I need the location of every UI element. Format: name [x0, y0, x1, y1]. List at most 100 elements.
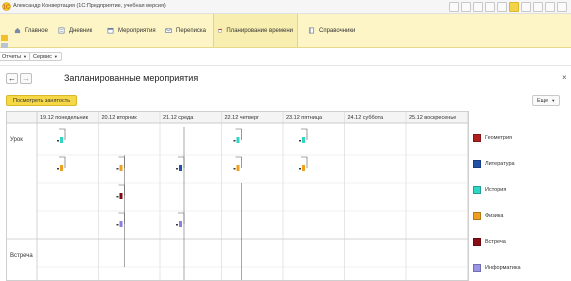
planner-item[interactable]: [299, 156, 308, 171]
event-marker[interactable]: [179, 165, 182, 171]
legend-swatch: [473, 186, 481, 194]
scroll-up-icon[interactable]: ▲: [467, 114, 468, 119]
arrow-right-icon: →: [22, 74, 30, 83]
calendar-icon: [218, 28, 223, 33]
planner-item[interactable]: [299, 128, 308, 143]
event-marker[interactable]: [119, 221, 123, 227]
legend-panel: Геометрия Литература История Физика Встреча И…: [470, 111, 571, 281]
planner-grid[interactable]: 19.12 понедельник 20.12 вторник 21.12 сред…: [6, 111, 469, 281]
minimize-button[interactable]: [533, 2, 543, 12]
menu-icon[interactable]: [521, 2, 531, 12]
planner-item[interactable]: [116, 212, 125, 227]
day-header[interactable]: 19.12 понедельник: [37, 113, 99, 123]
event-handle[interactable]: [57, 168, 59, 170]
events-icon: [107, 27, 114, 34]
day-header[interactable]: 21.12 среда: [160, 113, 222, 123]
event-handle[interactable]: [116, 168, 119, 170]
book-icon: [308, 27, 315, 34]
planner-grid-lines: [7, 112, 468, 280]
day-header[interactable]: 20.12 вторник: [99, 113, 161, 123]
section-catalogs[interactable]: Справочники: [304, 14, 359, 47]
more-label: Еще: [537, 97, 549, 104]
back-button[interactable]: ←: [6, 73, 18, 84]
day-header[interactable]: 24.12 суббота: [345, 113, 407, 123]
event-handle[interactable]: [233, 168, 236, 170]
section-label: Переписка: [176, 27, 207, 34]
event-handle[interactable]: [233, 140, 236, 142]
event-marker[interactable]: [302, 137, 305, 143]
section-time-planning[interactable]: Планирование времени: [213, 14, 298, 47]
section-label: Мероприятия: [118, 27, 156, 34]
legend-swatch: [473, 160, 481, 168]
close-icon[interactable]: ×: [562, 73, 567, 82]
diary-icon: [58, 27, 65, 34]
event-marker[interactable]: [119, 165, 123, 171]
event-handle[interactable]: [176, 168, 178, 170]
legend-item: Геометрия: [473, 133, 512, 143]
service-menu[interactable]: Сервис ▼: [29, 52, 62, 61]
legend-swatch: [473, 134, 481, 142]
row-header-lesson: Урок: [10, 137, 23, 143]
event-marker[interactable]: [60, 165, 63, 171]
action-bar: Отчеты ▼ Сервис ▼: [0, 48, 571, 66]
close-window-button[interactable]: [557, 2, 567, 12]
day-header[interactable]: 25.12 воскресенье: [406, 113, 468, 123]
window-controls: [449, 2, 567, 12]
planner-item[interactable]: [116, 184, 125, 199]
planner-item[interactable]: [116, 156, 125, 171]
planner-item[interactable]: [176, 212, 185, 227]
event-marker[interactable]: [179, 221, 182, 227]
event-marker[interactable]: [236, 137, 240, 143]
planner-item[interactable]: [233, 156, 242, 171]
save-icon[interactable]: [449, 2, 459, 12]
event-handle[interactable]: [176, 224, 178, 226]
notification-icon[interactable]: [497, 2, 507, 12]
service-label: Сервис: [33, 53, 52, 60]
star-icon[interactable]: [485, 2, 495, 12]
show-busy-button[interactable]: Посмотреть занятость: [6, 95, 78, 106]
day-header[interactable]: 22.12 четверг: [222, 113, 284, 123]
day-header[interactable]: 23.12 пятница: [283, 113, 345, 123]
legend-item: Физика: [473, 211, 503, 221]
history-icon[interactable]: [473, 2, 483, 12]
legend-label: Литература: [485, 161, 515, 167]
section-label: Планирование времени: [226, 27, 293, 34]
event-handle[interactable]: [299, 140, 301, 142]
section-events[interactable]: Мероприятия: [103, 14, 160, 47]
legend-label: Геометрия: [485, 135, 513, 141]
forward-button[interactable]: →: [20, 73, 32, 84]
section-diary[interactable]: Дневник: [54, 14, 96, 47]
title-bar: 1C Александр Конвертация (1С:Предприятие…: [0, 0, 571, 14]
maximize-button[interactable]: [545, 2, 555, 12]
section-mail[interactable]: Переписка: [161, 14, 210, 47]
legend-swatch: [473, 212, 481, 220]
home-small-icon[interactable]: [461, 2, 471, 12]
info-icon[interactable]: [509, 2, 519, 12]
event-handle[interactable]: [116, 196, 119, 198]
legend-item: Встреча: [473, 237, 506, 247]
chevron-down-icon: ▼: [551, 98, 556, 103]
legend-label: Встреча: [485, 239, 506, 245]
section-label: Справочники: [319, 27, 356, 34]
event-handle[interactable]: [57, 140, 59, 142]
chevron-down-icon: ▼: [23, 54, 27, 59]
legend-item: Информатика: [473, 263, 521, 273]
reports-menu[interactable]: Отчеты ▼: [0, 52, 31, 61]
section-home[interactable]: Главное: [10, 14, 52, 47]
planner-item[interactable]: [176, 156, 185, 171]
planner-item[interactable]: [57, 128, 66, 143]
arrow-left-icon: ←: [8, 74, 16, 83]
event-marker[interactable]: [119, 193, 123, 199]
event-marker[interactable]: [302, 165, 305, 171]
home-icon: [14, 27, 21, 34]
event-handle[interactable]: [299, 168, 301, 170]
event-handle[interactable]: [116, 224, 119, 226]
event-marker[interactable]: [236, 165, 240, 171]
planner-item[interactable]: [57, 156, 66, 171]
planner-item[interactable]: [233, 128, 242, 143]
event-marker[interactable]: [60, 137, 63, 143]
more-button[interactable]: Еще ▼: [532, 95, 561, 106]
svg-text:1C: 1C: [3, 5, 10, 11]
legend-label: История: [485, 187, 507, 193]
legend-item: Литература: [473, 159, 515, 169]
